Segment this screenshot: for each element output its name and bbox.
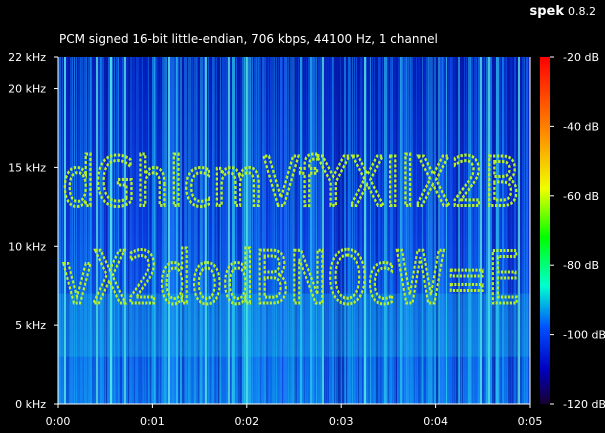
hidden-text-line: dGhlcmVfYXIlX2B — [62, 143, 520, 222]
spek-window: spek 0.8.2 PCM signed 16-bit little-endia… — [0, 0, 605, 433]
x-tick-label: 0:00 — [46, 415, 71, 428]
colorbar: -20 dB -40 dB -60 dB -80 dB -100 dB -120 dB — [540, 51, 605, 411]
spectrogram-chart: dGhlcmVfYXIlX2B vX2dodBNOcW=E 0 kHz 5 kHz 1… — [8, 51, 605, 428]
x-tick-label: 0:01 — [140, 415, 165, 428]
y-tick-label: 15 kHz — [8, 161, 46, 174]
y-tick-label: 5 kHz — [15, 319, 46, 332]
y-tick-label: 0 kHz — [15, 398, 46, 411]
colorbar-tick-label: -60 dB — [563, 190, 599, 203]
colorbar-tick-label: -100 dB — [563, 329, 605, 342]
colorbar-tick-label: -20 dB — [563, 51, 599, 64]
x-tick-label: 0:04 — [423, 415, 448, 428]
colorbar-tick-label: -120 dB — [563, 398, 605, 411]
colorbar-tick-label: -40 dB — [563, 120, 599, 133]
spectrogram-plot: dGhlcmVfYXIlX2B vX2dodBNOcW=E — [58, 57, 530, 404]
x-tick-label: 0:03 — [329, 415, 354, 428]
y-tick-label: 22 kHz — [8, 51, 46, 64]
colorbar-tick-label: -80 dB — [563, 259, 599, 272]
y-tick-label: 20 kHz — [8, 83, 46, 96]
colorbar-gradient — [540, 57, 550, 404]
x-tick-label: 0:02 — [234, 415, 259, 428]
y-tick-label: 10 kHz — [8, 240, 46, 253]
hidden-text-line: vX2dodBNOcW=E — [62, 236, 520, 320]
x-tick-label: 0:05 — [518, 415, 543, 428]
